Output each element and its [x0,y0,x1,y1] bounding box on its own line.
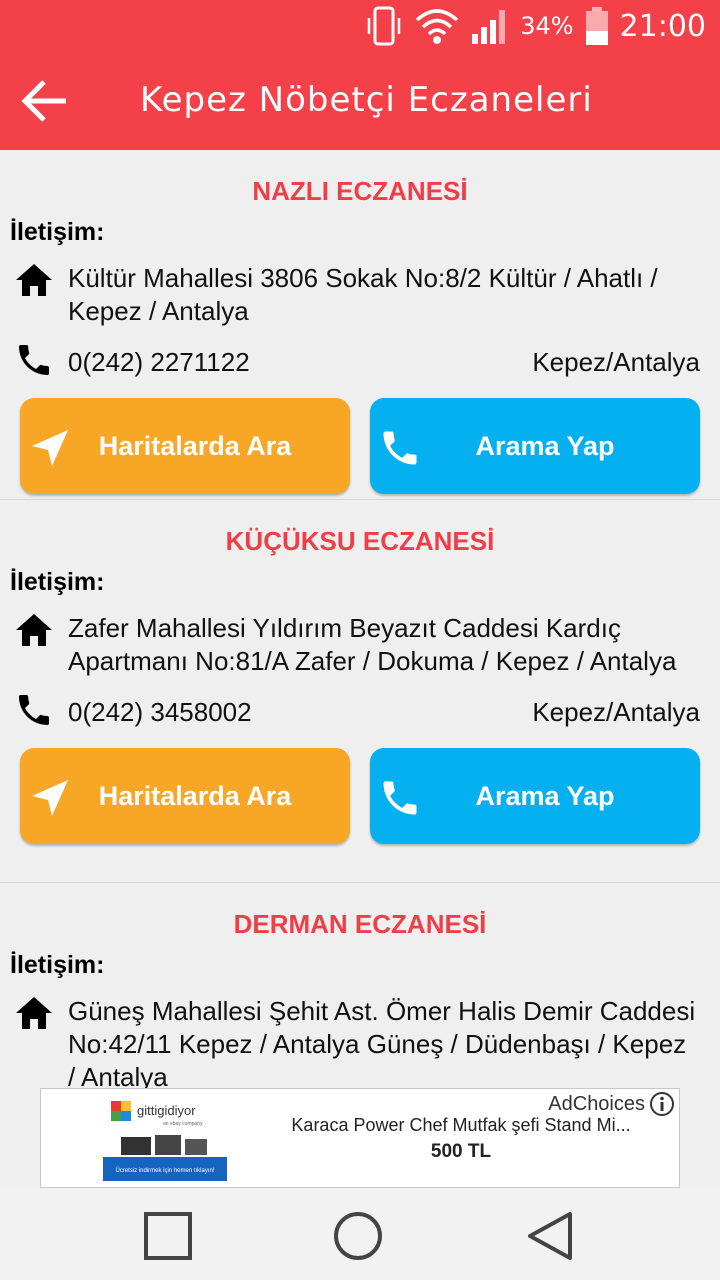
call-button[interactable]: Arama Yap [370,398,700,494]
pharmacy-name: NAZLI ECZANESİ [252,176,468,206]
brand-subtitle: an ebay company [163,1121,203,1127]
pharmacy-name: DERMAN ECZANESİ [233,909,487,939]
home-icon [12,995,56,1039]
wifi-icon [416,9,459,44]
address-text: Güneş Mahallesi Şehit Ast. Ömer Halis De… [68,996,696,1092]
adchoices-label: AdChoices [548,1092,645,1115]
home-icon [12,262,56,306]
clock: 21:00 [619,8,706,44]
phone-icon [12,340,56,384]
phone-row: 0(242) 2271122 Kepez/Antalya [0,342,720,382]
phone-icon [383,431,417,465]
banner-text: Ücretsiz indirmek için hemen tıklayın! [115,1167,214,1174]
navigation-arrow-icon [32,780,68,816]
ad-banner[interactable]: gittigidiyor an ebay company Ücretsiz in… [40,1088,680,1188]
home-icon [12,612,56,656]
back-triangle-icon[interactable] [522,1208,578,1264]
navigation-arrow-icon [32,430,68,466]
ad-price: 500 TL [430,1141,492,1162]
address-text: Kültür Mahallesi 3806 Sokak No:8/2 Kültü… [68,263,658,326]
vibrate-icon [367,6,401,46]
back-button[interactable] [16,74,72,128]
address-row: Kültür Mahallesi 3806 Sokak No:8/2 Kültü… [0,262,720,328]
battery-percent: 34% [520,12,574,40]
system-nav-bar [0,1188,720,1280]
phone-number[interactable]: 0(242) 2271122 [68,346,532,379]
page-title: Kepez Nöbetçi Eczaneleri [140,80,593,120]
contact-label: İletişim: [10,951,105,979]
recents-square-icon[interactable] [140,1208,196,1264]
app-bar: Kepez Nöbetçi Eczaneleri [0,52,720,150]
address-row: Zafer Mahallesi Yıldırım Beyazıt Caddesi… [0,612,720,678]
status-icons: 34% 21:00 [364,6,706,46]
pharmacy-card: KÜÇÜKSU ECZANESİ İletişim: Zafer Mahalle… [0,500,720,883]
contact-label: İletişim: [10,568,105,596]
ad-headline: Karaca Power Chef Mutfak şefi Stand Mi..… [291,1115,631,1135]
phone-icon [12,690,56,734]
status-bar: 34% 21:00 [0,0,720,52]
address-text: Zafer Mahallesi Yıldırım Beyazıt Caddesi… [68,613,677,676]
phone-number[interactable]: 0(242) 3458002 [68,696,532,729]
pharmacy-list[interactable]: NAZLI ECZANESİ İletişim: Kültür Mahalles… [0,150,720,1188]
phone-icon [383,781,417,815]
region-text: Kepez/Antalya [532,696,700,727]
signal-icon [472,10,506,44]
call-button[interactable]: Arama Yap [370,748,700,844]
brand-name: gittigidiyor [137,1103,196,1118]
contact-label: İletişim: [10,218,105,246]
pharmacy-card: NAZLI ECZANESİ İletişim: Kültür Mahalles… [0,150,720,500]
search-on-map-button[interactable]: Haritalarda Ara [20,748,350,844]
adchoices-link[interactable]: AdChoices [548,1091,675,1117]
phone-row: 0(242) 3458002 Kepez/Antalya [0,692,720,732]
info-icon [650,1092,674,1116]
home-circle-icon[interactable] [330,1208,386,1264]
pharmacy-name: KÜÇÜKSU ECZANESİ [225,526,495,556]
address-row: Güneş Mahallesi Şehit Ast. Ömer Halis De… [0,995,720,1094]
advertiser-logo: gittigidiyor an ebay company Ücretsiz in… [103,1093,227,1181]
battery-icon [585,7,608,45]
arrow-left-icon [21,80,66,122]
search-on-map-button[interactable]: Haritalarda Ara [20,398,350,494]
region-text: Kepez/Antalya [532,346,700,377]
